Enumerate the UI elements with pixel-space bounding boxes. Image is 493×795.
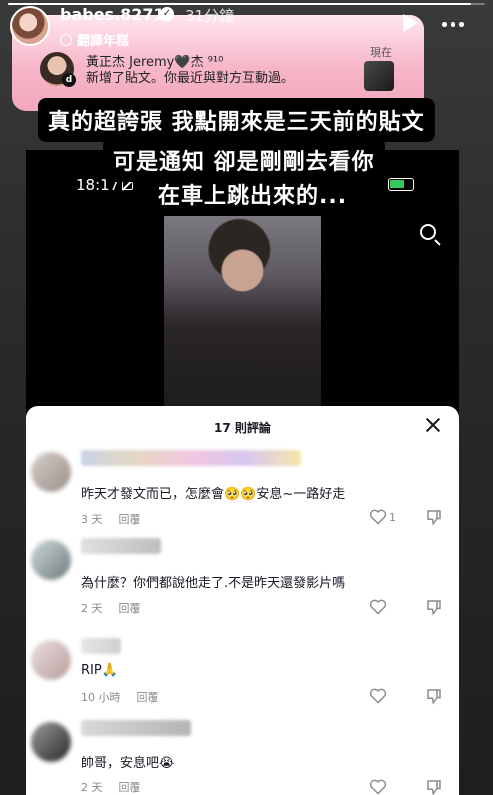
commenter-avatar[interactable] xyxy=(31,722,71,762)
reply-button[interactable]: 回覆 xyxy=(119,779,141,795)
notification-time: 現在 xyxy=(370,46,392,59)
commenter-avatar[interactable] xyxy=(31,540,71,580)
story-avatar[interactable] xyxy=(10,6,50,46)
reply-button[interactable]: 回覆 xyxy=(119,511,141,527)
comment-time: 2 天 xyxy=(81,781,103,794)
like-heart-icon[interactable] xyxy=(369,509,387,525)
search-icon[interactable] xyxy=(420,224,436,240)
play-icon[interactable] xyxy=(403,14,418,32)
comment-time: 10 小時 xyxy=(81,691,121,704)
close-icon[interactable] xyxy=(425,417,441,433)
commenter-name-blurred[interactable] xyxy=(81,638,121,654)
comment-item: 帥哥，安息吧😭 2 天 回覆 xyxy=(26,718,459,795)
comments-title: 17 則評論 xyxy=(214,421,271,435)
comment-text: RIP🙏 xyxy=(81,663,118,678)
video-thumbnail[interactable] xyxy=(164,213,321,418)
story-username[interactable]: babes.8271 xyxy=(60,5,165,24)
commenter-avatar[interactable] xyxy=(31,452,71,492)
comment-text: 為什麼？你們都說他走了.不是昨天還發影片嗎 xyxy=(81,576,346,591)
like-count: 1 xyxy=(389,511,396,524)
globe-icon xyxy=(60,33,72,46)
comment-meta: 2 天 回覆 xyxy=(81,779,141,795)
tiktok-icon: d xyxy=(62,73,76,87)
comment-meta: 2 天 回覆 xyxy=(81,600,141,616)
comment-text: 昨天才發文而已，怎麼會🥺🥺安息~一路好走 xyxy=(81,487,346,502)
dislike-icon[interactable] xyxy=(425,687,443,705)
commenter-name-blurred[interactable] xyxy=(81,450,301,466)
reply-button[interactable]: 回覆 xyxy=(119,600,141,616)
comment-time: 3 天 xyxy=(81,513,103,526)
dislike-icon[interactable] xyxy=(425,508,443,526)
comment-text: 帥哥，安息吧😭 xyxy=(81,756,175,771)
notification-thumbnail xyxy=(364,61,394,91)
commenter-avatar[interactable] xyxy=(31,640,71,680)
reply-button[interactable]: 回覆 xyxy=(137,689,159,705)
story-time: 31分鐘 xyxy=(185,7,235,25)
commenter-name-blurred[interactable] xyxy=(81,720,191,736)
commenter-name-blurred[interactable] xyxy=(81,538,161,554)
comment-item: 昨天才發文而已，怎麼會🥺🥺安息~一路好走 3 天 回覆 1 xyxy=(26,448,459,528)
comment-meta: 3 天 回覆 xyxy=(81,511,141,527)
dislike-icon[interactable] xyxy=(425,598,443,616)
comment-item: RIP🙏 10 小時 回覆 xyxy=(26,636,459,706)
comment-meta: 10 小時 回覆 xyxy=(81,689,159,705)
notification-message: 新增了貼文。你最近與對方互動過。 xyxy=(86,71,295,86)
like-heart-icon[interactable] xyxy=(369,688,387,704)
dislike-icon[interactable] xyxy=(425,778,443,795)
like-heart-icon[interactable] xyxy=(369,779,387,795)
more-options-icon[interactable] xyxy=(442,22,464,27)
verified-badge-icon: ✓ xyxy=(160,7,174,21)
translate-label: 翻譯年糕 xyxy=(77,34,130,49)
comment-time: 2 天 xyxy=(81,602,103,615)
comments-sheet: 17 則評論 昨天才發文而已，怎麼會🥺🥺安息~一路好走 3 天 回覆 1 為什麼… xyxy=(26,406,459,795)
story-caption-line: 在車上跳出來的... xyxy=(148,172,358,216)
translate-row[interactable]: 翻譯年糕 xyxy=(60,30,129,49)
comment-item: 為什麼？你們都說他走了.不是昨天還發影片嗎 2 天 回覆 xyxy=(26,536,459,616)
like-heart-icon[interactable] xyxy=(369,599,387,615)
story-caption-line: 真的超誇張 我點開來是三天前的貼文 xyxy=(38,98,435,142)
battery-icon xyxy=(388,178,414,191)
